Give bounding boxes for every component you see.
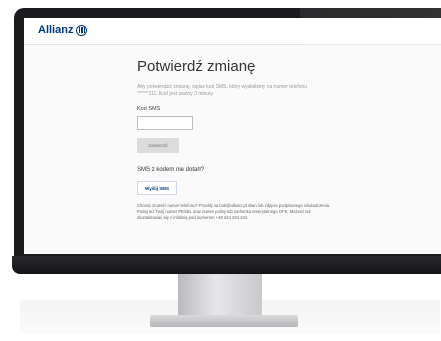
send-sms-button[interactable]: Wyślij SMS [137, 181, 177, 195]
change-phone-info: Chcesz zmienić numer telefonu? Prześlij … [137, 203, 331, 220]
monitor-stand-neck [178, 274, 262, 318]
screen: Allianz Potwierdź zmianę Aby potwierdzić… [24, 18, 441, 254]
allianz-logo[interactable]: Allianz [38, 24, 88, 36]
confirm-change-form: Potwierdź zmianę Aby potwierdzić zmianę,… [137, 58, 357, 221]
page-title: Potwierdź zmianę [137, 58, 256, 75]
monitor-chin [12, 256, 441, 274]
sms-code-input[interactable] [137, 116, 193, 130]
description-text: Aby potwierdzić zmianę, wpisz kod SMS, k… [137, 84, 308, 97]
monitor-stand-base [150, 315, 298, 327]
confirm-button[interactable]: Zatwierdź [137, 138, 179, 153]
allianz-eagle-icon [76, 24, 88, 36]
header: Allianz [24, 18, 441, 45]
sms-code-label: Kod SMS [137, 106, 161, 112]
brand-name: Allianz [38, 24, 74, 36]
sms-not-received-text: SMS z kodem nie dotarł? [137, 167, 205, 173]
